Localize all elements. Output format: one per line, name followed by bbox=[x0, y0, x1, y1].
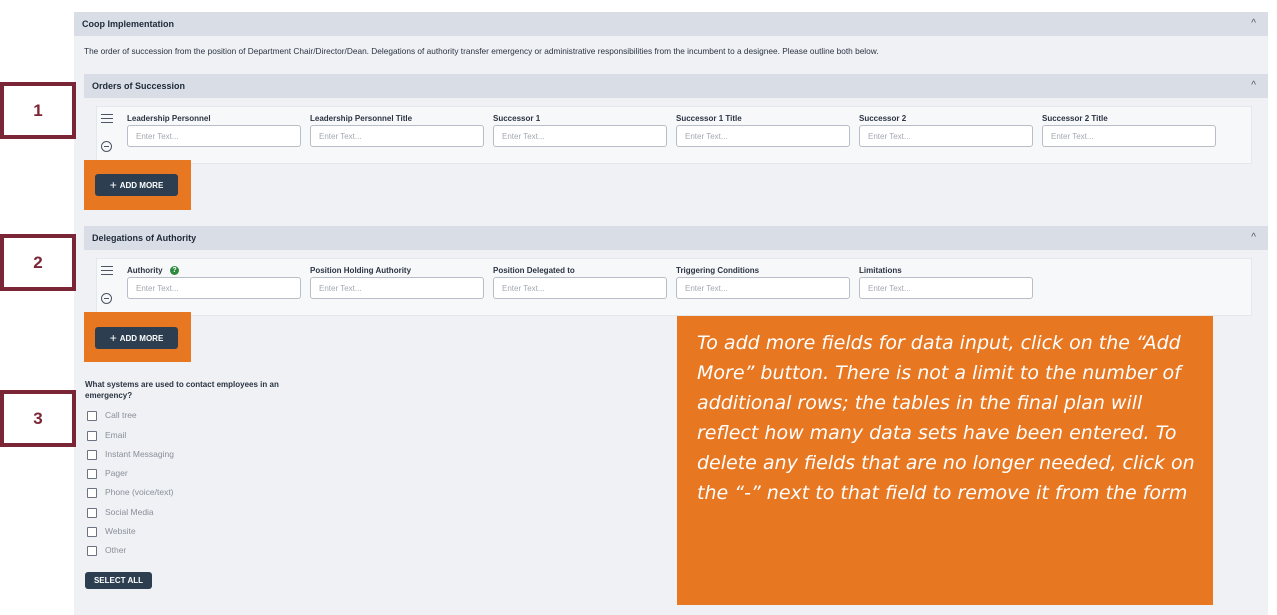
contact-systems-question: What systems are used to contact employe… bbox=[85, 380, 279, 400]
authority-input[interactable] bbox=[127, 277, 301, 299]
checkbox-website[interactable] bbox=[87, 527, 97, 537]
checkbox-label: Social Media bbox=[105, 507, 154, 517]
leadership-personnel-title-input[interactable] bbox=[310, 125, 484, 147]
leadership-personnel-input[interactable] bbox=[127, 125, 301, 147]
checkbox-label: Instant Messaging bbox=[105, 449, 174, 459]
successor-2-input[interactable] bbox=[859, 125, 1033, 147]
field-label-successor-1: Successor 1 bbox=[493, 114, 541, 123]
annotation-marker-3: 3 bbox=[0, 390, 76, 447]
annotation-marker-2: 2 bbox=[0, 234, 76, 291]
chevron-up-icon[interactable]: ^ bbox=[1251, 12, 1256, 36]
field-label-triggering-conditions: Triggering Conditions bbox=[676, 266, 760, 275]
chevron-up-icon[interactable]: ^ bbox=[1251, 74, 1256, 98]
position-delegated-to-input[interactable] bbox=[493, 277, 667, 299]
field-label-successor-2: Successor 2 bbox=[859, 114, 907, 123]
position-holding-authority-input[interactable] bbox=[310, 277, 484, 299]
checkbox-pager[interactable] bbox=[87, 469, 97, 479]
add-more-delegation-button[interactable]: + ADD MORE bbox=[95, 327, 178, 349]
successor-1-title-input[interactable] bbox=[676, 125, 850, 147]
checkbox-email[interactable] bbox=[87, 431, 97, 441]
checkbox-label: Website bbox=[105, 526, 136, 536]
field-label-limitations: Limitations bbox=[859, 266, 902, 275]
triggering-conditions-input[interactable] bbox=[676, 277, 850, 299]
help-icon[interactable]: ? bbox=[170, 266, 179, 275]
field-label-position-delegated-to: Position Delegated to bbox=[493, 266, 575, 275]
checkbox-instant-messaging[interactable] bbox=[87, 450, 97, 460]
plus-icon: + bbox=[109, 178, 117, 192]
delegations-of-authority-title: Delegations of Authority bbox=[92, 233, 197, 243]
add-more-succession-button[interactable]: + ADD MORE bbox=[95, 174, 178, 196]
checkbox-label: Phone (voice/text) bbox=[105, 487, 174, 497]
add-more-label: ADD MORE bbox=[119, 333, 164, 343]
drag-handle-icon[interactable] bbox=[101, 114, 113, 125]
plus-icon: + bbox=[109, 331, 117, 345]
checkbox-social-media[interactable] bbox=[87, 508, 97, 518]
checkbox-phone[interactable] bbox=[87, 488, 97, 498]
drag-handle-icon[interactable] bbox=[101, 266, 113, 277]
checkbox-label: Other bbox=[105, 545, 127, 555]
successor-2-title-input[interactable] bbox=[1042, 125, 1216, 147]
checkbox-label: Call tree bbox=[105, 410, 137, 420]
section-description: The order of succession from the positio… bbox=[84, 46, 879, 56]
delegations-of-authority-header[interactable]: Delegations of Authority ^ bbox=[84, 226, 1268, 250]
field-label-leadership-personnel-title: Leadership Personnel Title bbox=[310, 114, 413, 123]
remove-row-icon[interactable] bbox=[101, 141, 112, 152]
chevron-up-icon[interactable]: ^ bbox=[1251, 226, 1256, 250]
field-label-successor-2-title: Successor 2 Title bbox=[1042, 114, 1108, 123]
instruction-callout: To add more fields for data input, click… bbox=[677, 316, 1213, 605]
checkbox-label: Pager bbox=[105, 468, 128, 478]
field-label-authority: Authority bbox=[127, 266, 163, 275]
orders-of-succession-header[interactable]: Orders of Succession ^ bbox=[84, 74, 1268, 98]
remove-row-icon[interactable] bbox=[101, 293, 112, 304]
coop-implementation-header[interactable]: Coop Implementation ^ bbox=[74, 12, 1268, 36]
add-more-label: ADD MORE bbox=[119, 180, 164, 190]
successor-1-input[interactable] bbox=[493, 125, 667, 147]
field-label-leadership-personnel: Leadership Personnel bbox=[127, 114, 211, 123]
field-label-successor-1-title: Successor 1 Title bbox=[676, 114, 742, 123]
select-all-button[interactable]: SELECT ALL bbox=[85, 572, 152, 589]
section-title: Coop Implementation bbox=[82, 19, 174, 29]
field-label-position-holding-authority: Position Holding Authority bbox=[310, 266, 412, 275]
orders-of-succession-title: Orders of Succession bbox=[92, 81, 186, 91]
limitations-input[interactable] bbox=[859, 277, 1033, 299]
annotation-marker-1: 1 bbox=[0, 82, 76, 139]
checkbox-other[interactable] bbox=[87, 546, 97, 556]
checkbox-call-tree[interactable] bbox=[87, 411, 97, 421]
checkbox-label: Email bbox=[105, 430, 127, 440]
